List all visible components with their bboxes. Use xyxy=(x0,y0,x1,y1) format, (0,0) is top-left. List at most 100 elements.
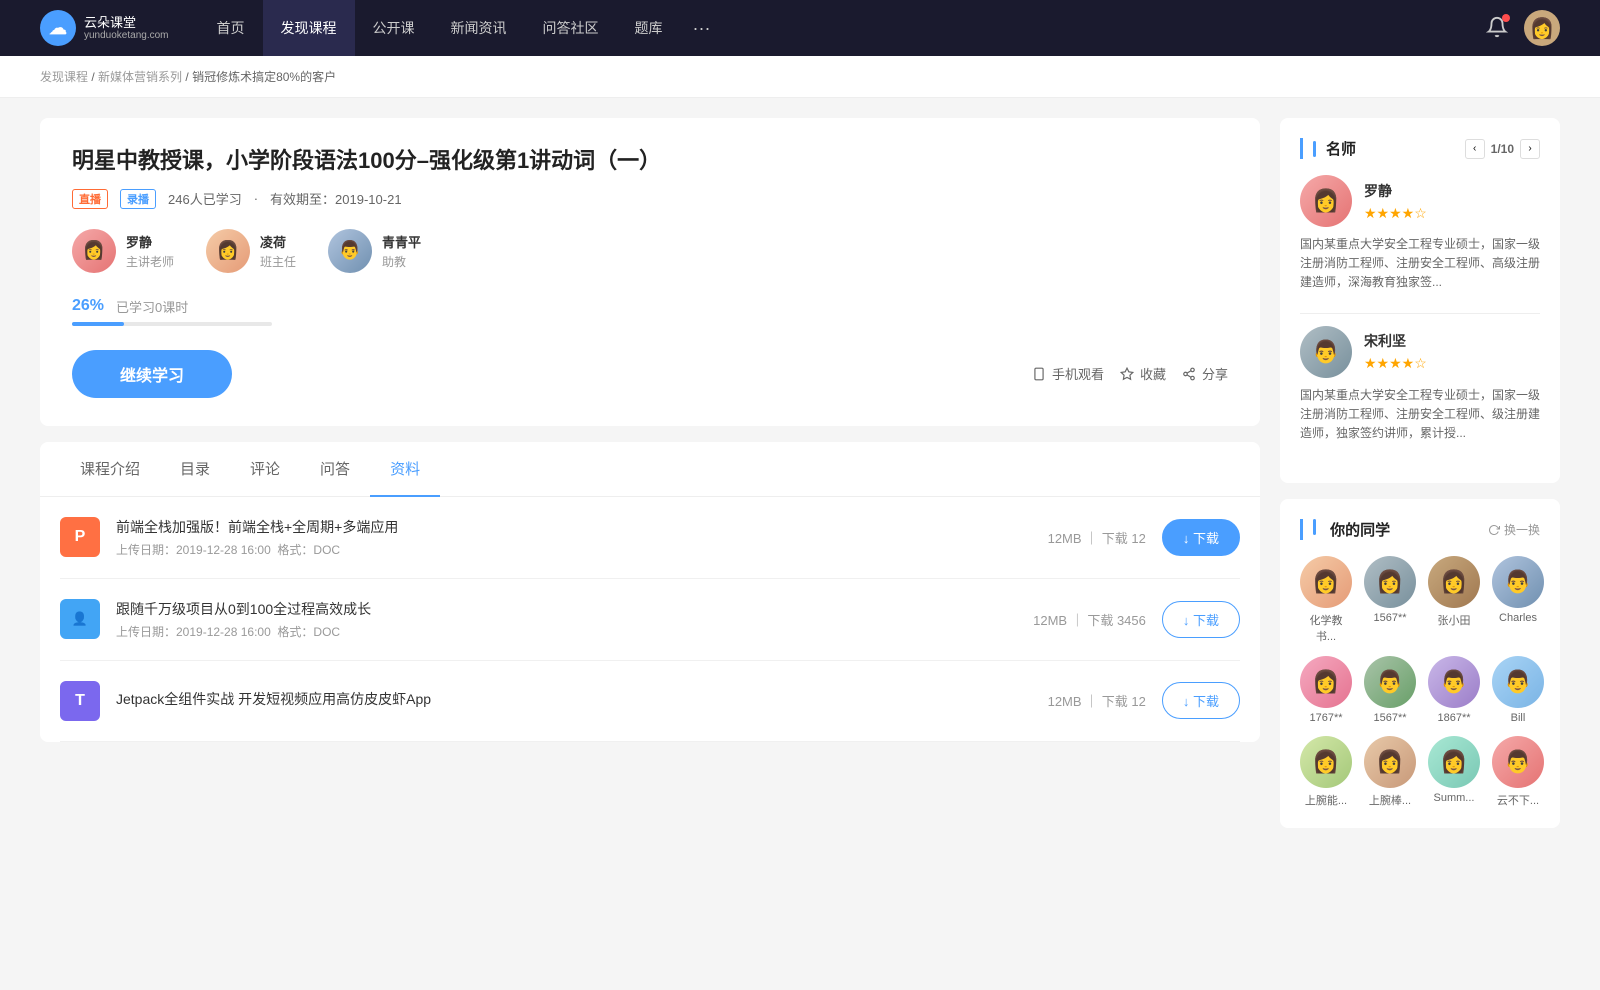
sidebar-teacher-name-1: 宋利坚 xyxy=(1364,331,1427,351)
sidebar-teacher-avatar-0: 👩 xyxy=(1300,175,1352,227)
nav-more[interactable]: ··· xyxy=(681,18,723,39)
resource-icon-2: T xyxy=(60,681,100,721)
share-label: 分享 xyxy=(1202,364,1228,383)
teacher-0: 👩 罗静 主讲老师 xyxy=(72,229,174,273)
resource-item-0: P 前端全栈加强版！前端全栈+全周期+多端应用 上传日期：2019-12-28 … xyxy=(60,497,1240,579)
teacher-name-0: 罗静 xyxy=(126,232,174,251)
classmate-name-10: Summ... xyxy=(1434,792,1475,804)
teacher-1: 👩 凌荷 班主任 xyxy=(206,229,296,273)
tab-intro[interactable]: 课程介绍 xyxy=(60,442,160,497)
resource-info-2: Jetpack全组件实战 开发短视频应用高仿皮皮虾App xyxy=(116,689,1032,713)
download-button-2[interactable]: ↓ 下载 xyxy=(1162,682,1240,719)
classmate-name-8: 上腕能... xyxy=(1305,792,1347,808)
classmate-avatar-8: 👩 xyxy=(1300,736,1352,788)
classmate-avatar-1: 👩 xyxy=(1364,556,1416,608)
breadcrumb-series[interactable]: 新媒体营销系列 xyxy=(98,70,182,84)
classmate-7[interactable]: 👨 Bill xyxy=(1492,656,1544,724)
breadcrumb: 发现课程 / 新媒体营销系列 / 销冠修炼术搞定80%的客户 xyxy=(0,56,1600,98)
action-buttons: 手机观看 收藏 分享 xyxy=(1032,364,1228,383)
mobile-icon xyxy=(1032,367,1046,381)
refresh-classmates-button[interactable]: 换一换 xyxy=(1488,521,1540,538)
resource-icon-0: P xyxy=(60,517,100,557)
classmate-11[interactable]: 👨 云不下... xyxy=(1492,736,1544,808)
course-card: 明星中教授课，小学阶段语法100分–强化级第1讲动词（一） 直播 录播 246人… xyxy=(40,118,1260,426)
teacher-role-1: 班主任 xyxy=(260,253,296,270)
tab-qa[interactable]: 问答 xyxy=(300,442,370,497)
nav-qa[interactable]: 问答社区 xyxy=(525,0,617,56)
resource-stats-2: 12MB ｜ 下载 12 xyxy=(1048,691,1146,710)
teachers-prev[interactable]: ‹ xyxy=(1465,139,1485,159)
classmate-name-11: 云不下... xyxy=(1497,792,1539,808)
breadcrumb-discover[interactable]: 发现课程 xyxy=(40,70,88,84)
resource-meta-0: 上传日期：2019-12-28 16:00 格式：DOC xyxy=(116,541,1032,558)
nav-quiz[interactable]: 题库 xyxy=(617,0,681,56)
logo-text: 云朵课堂 xyxy=(84,15,169,31)
nav-home[interactable]: 首页 xyxy=(199,0,263,56)
header: ☁ 云朵课堂 yunduoketang.com 首页 发现课程 公开课 新闻资讯… xyxy=(0,0,1600,56)
resource-name-2: Jetpack全组件实战 开发短视频应用高仿皮皮虾App xyxy=(116,689,1032,709)
classmate-name-7: Bill xyxy=(1511,712,1526,724)
sidebar-teacher-avatar-1: 👨 xyxy=(1300,326,1352,378)
collect-label: 收藏 xyxy=(1140,364,1166,383)
tab-review[interactable]: 评论 xyxy=(230,442,300,497)
tabs: 课程介绍 目录 评论 问答 资料 xyxy=(40,442,1260,497)
classmate-10[interactable]: 👩 Summ... xyxy=(1428,736,1480,808)
user-avatar[interactable]: 👩 xyxy=(1524,10,1560,46)
main-nav: 首页 发现课程 公开课 新闻资讯 问答社区 题库 ··· xyxy=(199,0,723,56)
resource-item-1: 👤 跟随千万级项目从0到100全过程高效成长 上传日期：2019-12-28 1… xyxy=(60,579,1240,661)
classmate-2[interactable]: 👩 张小田 xyxy=(1428,556,1480,644)
nav-discover[interactable]: 发现课程 xyxy=(263,0,355,56)
teachers-title: 名师 xyxy=(1326,138,1356,159)
resource-name-1: 跟随千万级项目从0到100全过程高效成长 xyxy=(116,599,1017,619)
classmate-9[interactable]: 👩 上腕棒... xyxy=(1364,736,1416,808)
nav-news[interactable]: 新闻资讯 xyxy=(433,0,525,56)
classmate-name-1: 1567** xyxy=(1373,612,1406,624)
tab-catalog[interactable]: 目录 xyxy=(160,442,230,497)
sidebar-teacher-stars-1: ★★★★☆ xyxy=(1364,355,1427,372)
sidebar-teacher-desc-1: 国内某重点大学安全工程专业硕士，国家一级注册消防工程师、注册安全工程师、级注册建… xyxy=(1300,386,1540,444)
resource-info-1: 跟随千万级项目从0到100全过程高效成长 上传日期：2019-12-28 16:… xyxy=(116,599,1017,640)
share-button[interactable]: 分享 xyxy=(1182,364,1228,383)
nav-public[interactable]: 公开课 xyxy=(355,0,433,56)
teacher-avatar-2: 👨 xyxy=(328,229,372,273)
mobile-watch-button[interactable]: 手机观看 xyxy=(1032,364,1104,383)
continue-button[interactable]: 继续学习 xyxy=(72,350,232,398)
download-button-1[interactable]: ↓ 下载 xyxy=(1162,601,1240,638)
resource-item-2: T Jetpack全组件实战 开发短视频应用高仿皮皮虾App 12MB ｜ 下载… xyxy=(60,661,1240,742)
main-content: 明星中教授课，小学阶段语法100分–强化级第1讲动词（一） 直播 录播 246人… xyxy=(0,98,1600,864)
sidebar-teacher-1: 👨 宋利坚 ★★★★☆ 国内某重点大学安全工程专业硕士，国家一级注册消防工程师、… xyxy=(1300,326,1540,444)
classmate-5[interactable]: 👨 1567** xyxy=(1364,656,1416,724)
teachers-page: 1/10 xyxy=(1491,142,1514,156)
refresh-icon xyxy=(1488,524,1500,536)
notification-dot xyxy=(1502,14,1510,22)
classmate-avatar-10: 👩 xyxy=(1428,736,1480,788)
sidebar: 名师 ‹ 1/10 › 👩 罗静 ★★★★☆ xyxy=(1280,118,1560,844)
classmate-1[interactable]: 👩 1567** xyxy=(1364,556,1416,644)
resource-stats-0: 12MB ｜ 下载 12 xyxy=(1048,528,1146,547)
classmate-8[interactable]: 👩 上腕能... xyxy=(1300,736,1352,808)
classmate-6[interactable]: 👨 1867** xyxy=(1428,656,1480,724)
progress-label: 已学习0课时 xyxy=(116,297,188,316)
teacher-list: 👩 罗静 主讲老师 👩 凌荷 班主任 xyxy=(72,229,1228,273)
download-button-0[interactable]: ↓ 下载 xyxy=(1162,519,1240,556)
classmate-avatar-3: 👨 xyxy=(1492,556,1544,608)
classmate-name-3: Charles xyxy=(1499,612,1537,624)
tabs-card: 课程介绍 目录 评论 问答 资料 P 前端全栈加强版！前端全栈+全周期+多端应用… xyxy=(40,442,1260,742)
classmate-4[interactable]: 👩 1767** xyxy=(1300,656,1352,724)
notification-bell[interactable] xyxy=(1486,16,1508,41)
teachers-section-title: 名师 ‹ 1/10 › xyxy=(1300,138,1540,159)
teacher-name-2: 青青平 xyxy=(382,232,421,251)
collect-button[interactable]: 收藏 xyxy=(1120,364,1166,383)
logo-subtext: yunduoketang.com xyxy=(84,30,169,41)
classmate-avatar-9: 👩 xyxy=(1364,736,1416,788)
student-count: 246人已学习 xyxy=(168,189,242,208)
teachers-next[interactable]: › xyxy=(1520,139,1540,159)
logo[interactable]: ☁ 云朵课堂 yunduoketang.com xyxy=(40,10,169,46)
tab-resources[interactable]: 资料 xyxy=(370,442,440,497)
teacher-name-1: 凌荷 xyxy=(260,232,296,251)
teacher-2: 👨 青青平 助教 xyxy=(328,229,421,273)
teacher-divider xyxy=(1300,313,1540,314)
classmate-0[interactable]: 👩 化学教书... xyxy=(1300,556,1352,644)
classmate-3[interactable]: 👨 Charles xyxy=(1492,556,1544,644)
classmate-name-5: 1567** xyxy=(1373,712,1406,724)
